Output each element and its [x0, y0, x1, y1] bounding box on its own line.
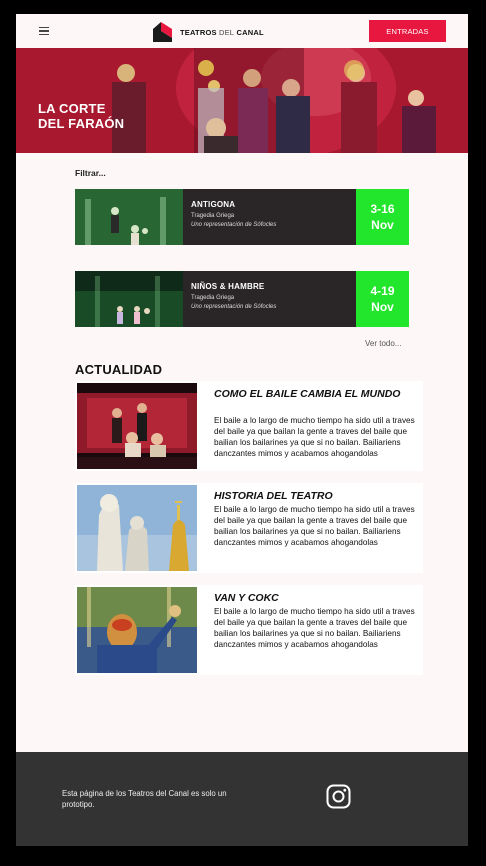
filter-dropdown[interactable]: Filtrar...	[75, 168, 106, 178]
hero-title-line1: LA CORTE	[38, 101, 106, 116]
hero-title-line2: DEL FARAÓN	[38, 116, 125, 131]
news-card[interactable]: COMO EL BAILE CAMBIA EL MUNDO El baile a…	[75, 381, 423, 471]
news-thumbnail	[77, 383, 197, 469]
news-title: COMO EL BAILE CAMBIA EL MUNDO	[214, 388, 401, 400]
show-month: Nov	[371, 300, 394, 314]
show-date-range: 4-19	[370, 284, 395, 298]
news-body: El baile a lo largo de mucho tiempo ha s…	[214, 416, 415, 458]
show-card[interactable]: NIÑOS & HAMBRE Tragedia Griega Uno repre…	[75, 271, 409, 327]
hero-banner[interactable]: LA CORTE DEL FARAÓN	[16, 48, 468, 153]
show-date-range: 3-16	[370, 202, 395, 216]
logo-word-del: DEL	[218, 27, 235, 37]
instagram-icon[interactable]	[326, 784, 351, 809]
site-logo[interactable]: TEATROS DEL CANAL	[152, 21, 264, 43]
show-card[interactable]: ANTIGONA Tragedia Griega Uno representac…	[75, 189, 409, 245]
news-thumbnail	[77, 485, 197, 571]
news-thumbnail	[77, 587, 197, 673]
show-title: ANTIGONA	[191, 200, 236, 209]
hero-title: LA CORTE DEL FARAÓN	[38, 101, 124, 131]
news-title: VAN Y COKC	[214, 592, 279, 604]
news-title: HISTORIA DEL TEATRO	[214, 490, 333, 502]
logo-word-canal: CANAL	[236, 27, 264, 37]
show-credit: Uno representación de Sófocles	[191, 304, 277, 310]
footer-note: Esta página de los Teatros del Canal es …	[62, 789, 227, 809]
hamburger-menu-icon[interactable]	[39, 27, 49, 36]
show-thumbnail	[75, 271, 183, 327]
logo-mark-icon	[153, 22, 172, 42]
logo-word-teatros: TEATROS	[180, 27, 217, 37]
page: TEATROS DEL CANAL ENTRADAS LA CORTE DEL …	[16, 14, 468, 846]
site-header: TEATROS DEL CANAL ENTRADAS	[16, 14, 468, 48]
show-thumbnail	[75, 189, 183, 245]
show-title: NIÑOS & HAMBRE	[191, 282, 265, 291]
see-all-link[interactable]: Ver todo...	[365, 339, 401, 348]
tickets-button[interactable]: ENTRADAS	[369, 20, 446, 42]
news-card[interactable]: VAN Y COKC El baile a lo largo de mucho …	[75, 585, 423, 675]
news-body: El baile a lo largo de mucho tiempo ha s…	[214, 505, 415, 547]
site-footer: Esta página de los Teatros del Canal es …	[16, 752, 468, 846]
show-month: Nov	[371, 218, 394, 232]
news-heading: ACTUALIDAD	[75, 362, 163, 377]
show-date-badge: 4-19 Nov	[356, 271, 409, 327]
news-card[interactable]: HISTORIA DEL TEATRO El baile a lo largo …	[75, 483, 423, 573]
logo-wordmark: TEATROS DEL CANAL	[180, 28, 264, 37]
show-date-badge: 3-16 Nov	[356, 189, 409, 245]
show-genre: Tragedia Griega	[191, 295, 235, 301]
show-credit: Uno representación de Sófocles	[191, 222, 277, 228]
news-body: El baile a lo largo de mucho tiempo ha s…	[214, 607, 415, 649]
show-genre: Tragedia Griega	[191, 213, 235, 219]
